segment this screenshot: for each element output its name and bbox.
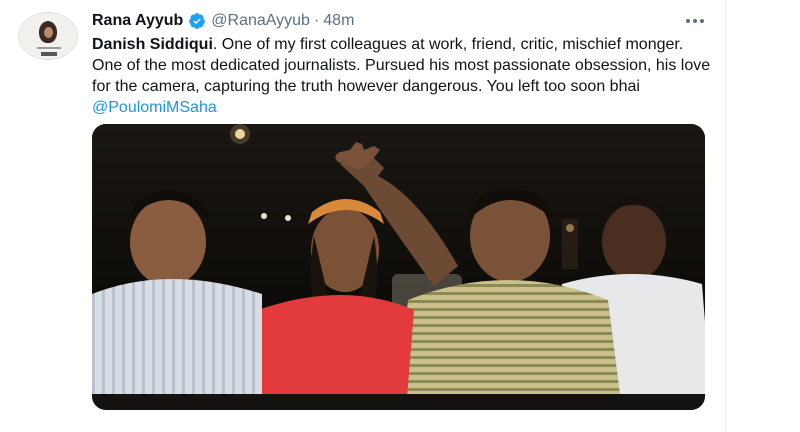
mention-link[interactable]: @PoulomiMSaha <box>92 99 217 116</box>
tweet-text: Danish Siddiqui. One of my first colleag… <box>92 34 717 118</box>
author-name[interactable]: Rana Ayyub <box>92 12 183 30</box>
verified-badge-icon <box>188 12 206 30</box>
more-options-icon[interactable] <box>682 12 708 30</box>
avatar-face <box>39 21 57 43</box>
tweet-photo[interactable] <box>92 124 705 410</box>
author-handle[interactable]: @RanaAyyub <box>211 12 310 30</box>
profile-avatar[interactable] <box>18 12 78 60</box>
tweet-timestamp[interactable]: 48m <box>323 12 354 30</box>
tweet-header: Rana Ayyub @RanaAyyub · 48m <box>92 10 354 32</box>
separator-dot: · <box>313 12 320 29</box>
tweet-card[interactable]: Rana Ayyub @RanaAyyub · 48m Danish Siddi… <box>0 0 726 432</box>
tweet-text-bold: Danish Siddiqui <box>92 36 213 53</box>
